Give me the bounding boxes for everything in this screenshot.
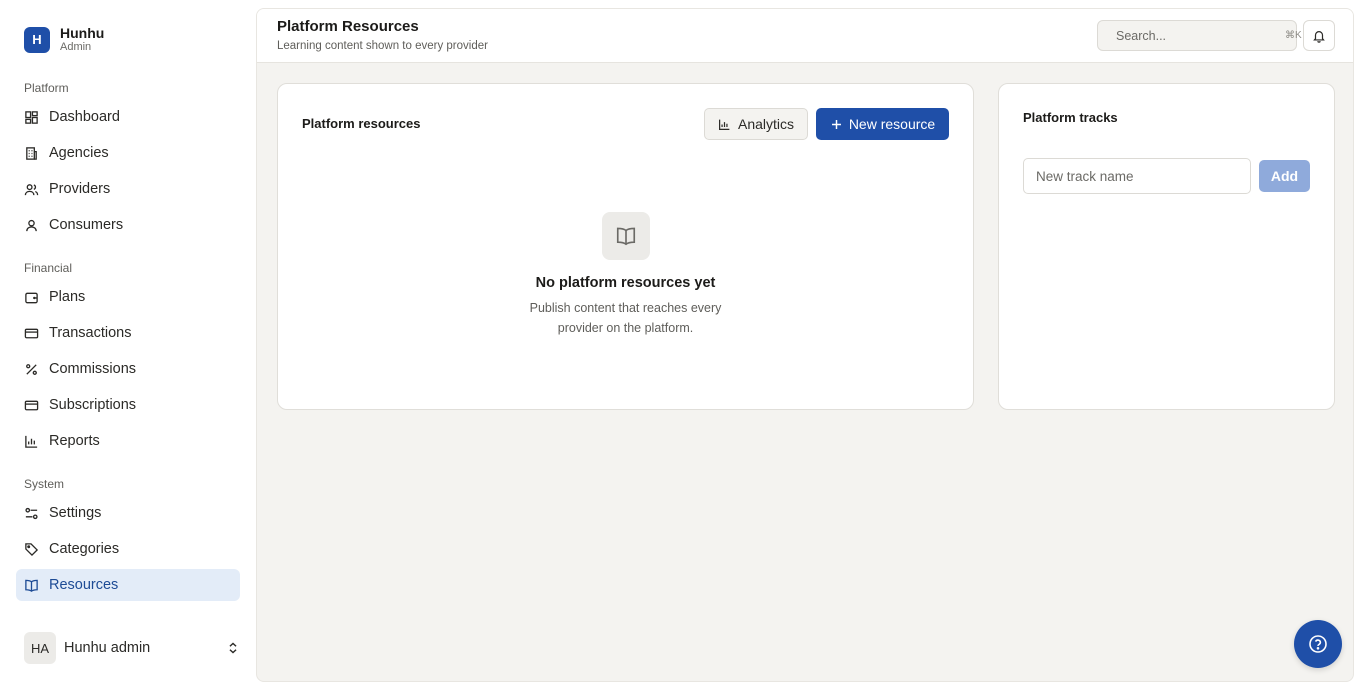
nav-heading: Financial bbox=[24, 261, 73, 275]
bar-chart-icon bbox=[25, 435, 38, 448]
tracks-card: Platform tracks Add bbox=[998, 83, 1335, 410]
new-resource-button[interactable]: New resource bbox=[816, 108, 949, 140]
search-box[interactable]: ⌘K bbox=[1097, 20, 1302, 51]
new-track-input[interactable] bbox=[1023, 158, 1251, 194]
sidebar-item-commissions[interactable]: Commissions bbox=[16, 353, 240, 385]
empty-state-icon-wrap bbox=[602, 212, 650, 260]
sidebar-item-label: Resources bbox=[49, 577, 119, 593]
chevron-up-down-icon bbox=[229, 642, 237, 654]
notifications-button[interactable] bbox=[1303, 20, 1335, 51]
card-icon bbox=[24, 400, 39, 410]
users-icon bbox=[24, 183, 39, 195]
sidebar-item-label: Agencies bbox=[49, 145, 109, 161]
nav-section-platform: Platform Dashboard Agencies Providers Co… bbox=[16, 79, 240, 241]
nav-heading: System bbox=[24, 477, 65, 491]
sidebar-item-providers[interactable]: Providers bbox=[16, 173, 240, 205]
sidebar-item-label: Plans bbox=[49, 289, 86, 305]
percent-icon bbox=[26, 363, 37, 375]
add-track-button[interactable]: Add bbox=[1259, 160, 1310, 192]
dashboard-icon bbox=[25, 110, 38, 124]
search-input[interactable] bbox=[1116, 28, 1277, 43]
help-circle-icon bbox=[1309, 635, 1327, 653]
sidebar-item-categories[interactable]: Categories bbox=[16, 533, 240, 565]
bar-chart-icon bbox=[719, 119, 730, 130]
wallet-icon bbox=[25, 292, 38, 303]
sidebar-item-label: Transactions bbox=[49, 325, 132, 341]
sidebar-item-consumers[interactable]: Consumers bbox=[16, 209, 240, 241]
book-open-icon bbox=[25, 579, 38, 592]
book-open-icon bbox=[616, 227, 636, 246]
nav-heading: Platform bbox=[24, 81, 69, 95]
topbar: Platform Resources Learning content show… bbox=[257, 9, 1353, 63]
brand[interactable]: H Hunhu Admin bbox=[24, 26, 104, 53]
nav-section-financial: Financial Plans Transactions Commissions… bbox=[16, 259, 240, 457]
sidebar-item-label: Commissions bbox=[49, 361, 137, 377]
resources-card-title: Platform resources bbox=[302, 116, 421, 131]
sidebar-item-transactions[interactable]: Transactions bbox=[16, 317, 240, 349]
tracks-card-title: Platform tracks bbox=[1023, 110, 1118, 125]
brand-logo: H bbox=[24, 26, 50, 53]
sidebar-item-label: Settings bbox=[49, 505, 102, 521]
empty-state-description: Publish content that reaches every provi… bbox=[529, 301, 722, 335]
brand-role: Admin bbox=[60, 41, 92, 53]
resources-card: Platform resources Analytics New resourc… bbox=[277, 83, 974, 410]
analytics-button[interactable]: Analytics bbox=[704, 108, 808, 140]
page-title: Platform Resources bbox=[277, 18, 419, 35]
sidebar: H Hunhu Admin Platform Dashboard Agencie… bbox=[0, 0, 256, 688]
credit-card-icon bbox=[24, 328, 39, 338]
sidebar-item-label: Subscriptions bbox=[49, 397, 137, 413]
sidebar-item-plans[interactable]: Plans bbox=[16, 281, 240, 313]
empty-state-title: No platform resources yet bbox=[535, 275, 716, 291]
sidebar-item-subscriptions[interactable]: Subscriptions bbox=[16, 389, 240, 421]
sidebar-item-label: Dashboard bbox=[49, 109, 120, 125]
sliders-icon bbox=[25, 507, 38, 519]
analytics-label: Analytics bbox=[737, 116, 795, 132]
sidebar-item-label: Reports bbox=[49, 433, 100, 449]
sidebar-item-dashboard[interactable]: Dashboard bbox=[16, 101, 240, 133]
sidebar-item-label: Categories bbox=[49, 541, 120, 557]
user-icon bbox=[26, 219, 37, 231]
new-resource-label: New resource bbox=[848, 116, 936, 132]
brand-name: Hunhu bbox=[60, 25, 105, 41]
sidebar-item-agencies[interactable]: Agencies bbox=[16, 137, 240, 169]
help-button[interactable] bbox=[1294, 620, 1342, 668]
page-subtitle: Learning content shown to every provider bbox=[277, 40, 488, 52]
building-icon bbox=[26, 146, 37, 160]
sidebar-item-resources[interactable]: Resources bbox=[16, 569, 240, 601]
sidebar-item-label: Consumers bbox=[49, 217, 124, 233]
main-area: Platform Resources Learning content show… bbox=[256, 8, 1354, 682]
user-name: Hunhu admin bbox=[64, 640, 151, 656]
search-shortcut: ⌘K bbox=[1285, 30, 1302, 41]
avatar: HA bbox=[24, 632, 56, 664]
sidebar-item-settings[interactable]: Settings bbox=[16, 497, 240, 529]
nav-section-system: System Settings Categories Resources bbox=[16, 475, 240, 601]
sidebar-item-label: Providers bbox=[49, 181, 111, 197]
tag-icon bbox=[25, 542, 39, 556]
user-menu[interactable]: HA Hunhu admin bbox=[24, 632, 240, 664]
bell-icon bbox=[1313, 30, 1325, 43]
sidebar-item-reports[interactable]: Reports bbox=[16, 425, 240, 457]
plus-icon bbox=[831, 119, 841, 129]
